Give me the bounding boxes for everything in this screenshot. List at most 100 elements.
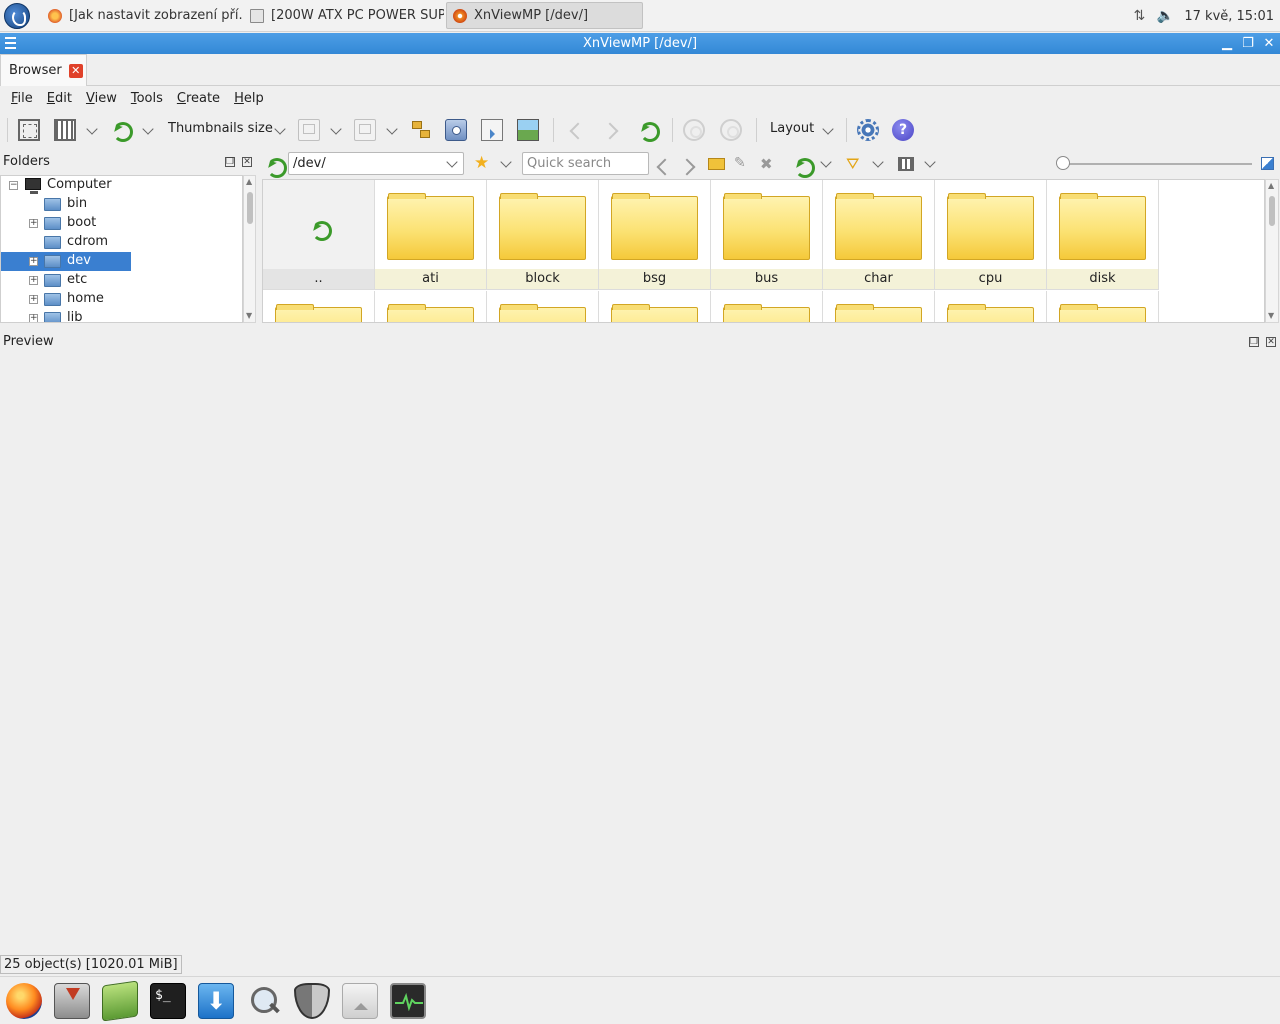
package-manager-icon[interactable] — [102, 980, 138, 1022]
layout-button[interactable]: Layout — [770, 121, 814, 136]
view-mode-button[interactable] — [54, 119, 76, 141]
thumbnail-folder[interactable] — [823, 291, 935, 322]
system-monitor-icon[interactable] — [390, 983, 426, 1019]
chevron-down-icon[interactable] — [386, 123, 398, 135]
folder-tree-button[interactable] — [410, 119, 432, 141]
rename-icon[interactable]: ✎ — [734, 155, 751, 172]
capture-button[interactable] — [445, 119, 467, 141]
refresh-icon[interactable] — [792, 155, 815, 178]
security-shield-icon[interactable] — [294, 983, 330, 1019]
firefox-icon[interactable] — [6, 983, 42, 1019]
filter-button[interactable] — [354, 119, 376, 141]
scroll-up-icon[interactable]: ▲ — [246, 177, 252, 186]
menu-view[interactable]: View — [79, 91, 124, 106]
parent-folder-button[interactable] — [637, 119, 660, 142]
expand-icon[interactable]: + — [29, 314, 38, 322]
sort-button[interactable] — [298, 119, 320, 141]
thumbnail-scrollbar[interactable]: ▲ ▼ — [1265, 179, 1279, 323]
scrollbar-thumb[interactable] — [247, 192, 253, 224]
rotate-left-button[interactable] — [683, 119, 705, 141]
close-panel-icon[interactable]: ✕ — [242, 157, 252, 167]
quick-search-input[interactable] — [522, 152, 649, 175]
tree-item-computer[interactable]: − Computer — [1, 176, 131, 195]
forward-button[interactable] — [601, 119, 623, 141]
help-icon[interactable]: ? — [892, 119, 914, 141]
tree-item-home[interactable]: + home — [1, 290, 131, 309]
tree-item-boot[interactable]: + boot — [1, 214, 131, 233]
batch-convert-button[interactable] — [481, 119, 503, 141]
refresh-button[interactable] — [110, 119, 133, 142]
favorites-star-icon[interactable]: ★ — [474, 155, 491, 172]
chevron-down-icon[interactable] — [86, 123, 98, 135]
back-button[interactable] — [565, 119, 587, 141]
taskbar-task-firefox[interactable]: [Jak nastavit zobrazení pří... — [42, 2, 242, 29]
thumbnail-folder[interactable]: bsg — [599, 180, 711, 290]
filter-funnel-icon[interactable]: ⛛ — [846, 155, 863, 172]
thumbnails-size-button[interactable]: Thumbnails size — [168, 121, 273, 136]
thumbnail-folder[interactable] — [935, 291, 1047, 322]
menu-help[interactable]: Help — [227, 91, 271, 106]
fullscreen-button[interactable] — [18, 119, 40, 141]
thumbnail-folder[interactable] — [375, 291, 487, 322]
chevron-down-icon[interactable] — [142, 123, 154, 135]
maximize-button[interactable]: ❐ — [1238, 33, 1258, 54]
thumbnail-folder[interactable] — [711, 291, 823, 322]
expand-icon[interactable]: + — [29, 219, 38, 228]
scroll-down-icon[interactable]: ▼ — [1268, 311, 1274, 320]
application-menu-icon[interactable] — [4, 3, 30, 29]
thumbnail-folder[interactable] — [487, 291, 599, 322]
path-input[interactable]: /dev/ — [288, 152, 464, 175]
volume-icon[interactable]: 🔈 — [1156, 7, 1174, 25]
menu-create[interactable]: Create — [170, 91, 227, 106]
scroll-up-icon[interactable]: ▲ — [1268, 181, 1274, 190]
taskbar-task-folder[interactable]: [200W ATX PC POWER SUP... — [244, 2, 444, 29]
chevron-down-icon[interactable] — [330, 123, 342, 135]
expand-icon[interactable]: + — [29, 295, 38, 304]
window-menu-icon[interactable] — [5, 37, 16, 49]
minimize-button[interactable]: ▁ — [1217, 33, 1237, 54]
terminal-icon[interactable]: $_ — [150, 983, 186, 1019]
close-panel-icon[interactable]: ✕ — [1266, 337, 1276, 347]
tree-item-lib[interactable]: + lib — [1, 309, 131, 322]
tree-item-etc[interactable]: + etc — [1, 271, 131, 290]
scrollbar-thumb[interactable] — [1269, 196, 1275, 226]
view-options-icon[interactable] — [898, 157, 914, 171]
thumbnail-folder[interactable] — [599, 291, 711, 322]
new-folder-icon[interactable] — [708, 158, 725, 170]
thumbnail-folder[interactable]: bus — [711, 180, 823, 290]
undock-icon[interactable]: ❐ — [225, 157, 235, 167]
tree-item-bin[interactable]: bin — [1, 195, 131, 214]
home-folder-icon[interactable] — [342, 983, 378, 1019]
thumbnail-folder[interactable]: char — [823, 180, 935, 290]
chevron-down-icon[interactable] — [820, 156, 832, 168]
search-next-icon[interactable] — [678, 155, 695, 172]
slideshow-button[interactable] — [517, 119, 539, 141]
thumbnail-folder[interactable]: cpu — [935, 180, 1047, 290]
clock[interactable]: 17 kvě, 15:01 — [1184, 9, 1274, 24]
taskbar-task-xnview[interactable]: XnViewMP [/dev/] — [446, 2, 643, 29]
thumbnail-zoom-slider[interactable] — [1058, 163, 1252, 165]
menu-tools[interactable]: Tools — [124, 91, 170, 106]
thumbnail-parent-folder[interactable]: .. — [263, 180, 375, 290]
thumbnail-folder[interactable] — [1047, 291, 1159, 322]
tree-item-cdrom[interactable]: cdrom — [1, 233, 131, 252]
layout-dropdown-icon[interactable] — [822, 123, 834, 135]
scroll-down-icon[interactable]: ▼ — [246, 311, 252, 320]
search-prev-icon[interactable] — [652, 155, 669, 172]
thumbnail-folder[interactable]: block — [487, 180, 599, 290]
go-up-icon[interactable] — [264, 155, 287, 178]
collapse-icon[interactable]: − — [9, 181, 18, 190]
zoom-slider-handle[interactable] — [1056, 156, 1070, 170]
panel-toggle-icon[interactable] — [1261, 157, 1274, 170]
download-icon[interactable]: ⬇ — [198, 983, 234, 1019]
thumbnail-folder[interactable] — [263, 291, 375, 322]
undock-icon[interactable]: ❐ — [1249, 337, 1259, 347]
close-window-button[interactable]: ✕ — [1259, 33, 1279, 54]
installer-icon[interactable] — [54, 983, 90, 1019]
chevron-down-icon[interactable] — [500, 156, 512, 168]
search-icon[interactable] — [246, 983, 282, 1019]
chevron-down-icon[interactable] — [872, 156, 884, 168]
delete-icon[interactable]: ✖ — [760, 155, 777, 173]
expand-icon[interactable]: + — [29, 276, 38, 285]
expand-icon[interactable]: + — [29, 257, 38, 266]
